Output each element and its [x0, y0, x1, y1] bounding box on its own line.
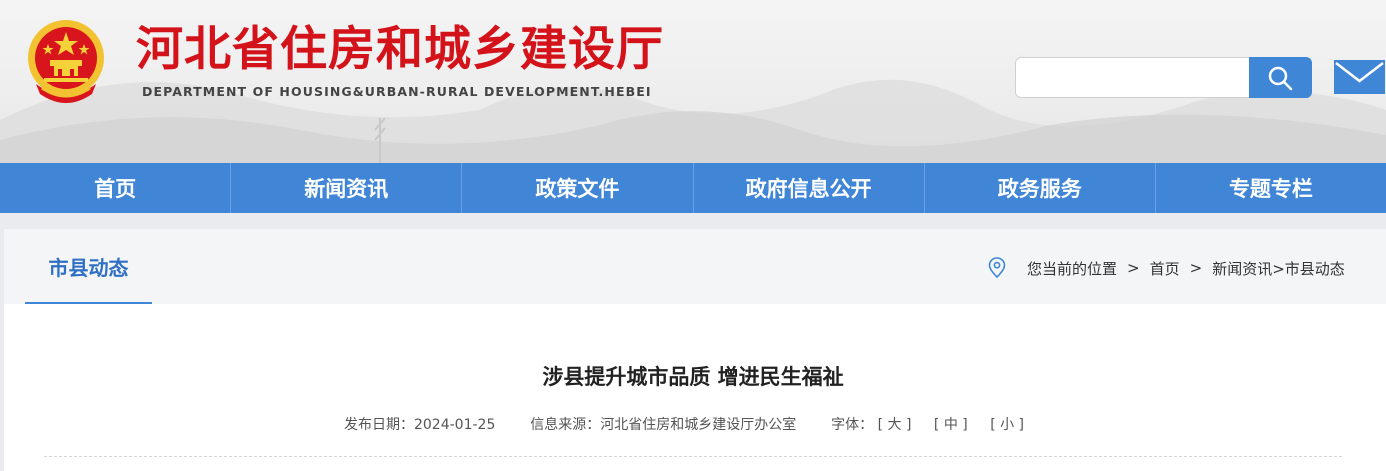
location-pin-icon — [988, 257, 1006, 278]
nav-item-services[interactable]: 政务服务 — [925, 163, 1156, 213]
site-header: 河北省住房和城乡建设厅 DEPARTMENT OF HOUSING&URBAN-… — [0, 0, 1386, 163]
nav-item-policy[interactable]: 政策文件 — [462, 163, 694, 213]
font-large-button[interactable]: [ 大 ] — [878, 414, 912, 434]
content-divider — [44, 456, 1342, 457]
info-source: 信息来源：河北省住房和城乡建设厅办公室 — [530, 417, 797, 433]
publish-date: 发布日期：2024-01-25 — [343, 417, 496, 433]
site-title: 河北省住房和城乡建设厅 — [136, 22, 664, 77]
font-size-label: 字体： — [831, 417, 874, 433]
breadcrumb-path-link[interactable]: 新闻资讯>市县动态 — [1212, 258, 1345, 279]
breadcrumb: 您当前的位置 > 首页 > 新闻资讯>市县动态 — [1027, 258, 1345, 278]
main-navigation: 首页 新闻资讯 政策文件 政府信息公开 政务服务 专题专栏 — [0, 163, 1386, 213]
breadcrumb-label: 您当前的位置 — [1027, 259, 1118, 278]
nav-item-topics[interactable]: 专题专栏 — [1156, 163, 1386, 213]
nav-item-home[interactable]: 首页 — [0, 163, 232, 213]
breadcrumb-separator: > — [1127, 259, 1140, 277]
site-subtitle: DEPARTMENT OF HOUSING&URBAN-RURAL DEVELO… — [142, 84, 652, 99]
font-medium-button[interactable]: [ 中 ] — [934, 414, 968, 434]
breadcrumb-home-link[interactable]: 首页 — [1150, 258, 1180, 279]
font-small-button[interactable]: [ 小 ] — [990, 414, 1024, 434]
section-title: 市县动态 — [25, 230, 152, 304]
search-input[interactable] — [1015, 57, 1251, 98]
nav-item-news[interactable]: 新闻资讯 — [231, 163, 463, 213]
national-emblem-icon — [28, 20, 104, 103]
search-icon — [1268, 66, 1293, 91]
article-title: 涉县提升城市品质 增进民生福祉 — [542, 365, 844, 389]
nav-item-gov-info[interactable]: 政府信息公开 — [694, 163, 925, 213]
breadcrumb-separator: > — [1189, 259, 1203, 277]
mail-icon[interactable] — [1333, 59, 1386, 95]
search-button[interactable] — [1249, 57, 1312, 98]
article-meta: 发布日期：2024-01-25 信息来源：河北省住房和城乡建设厅办公室 字体： … — [0, 414, 1386, 434]
